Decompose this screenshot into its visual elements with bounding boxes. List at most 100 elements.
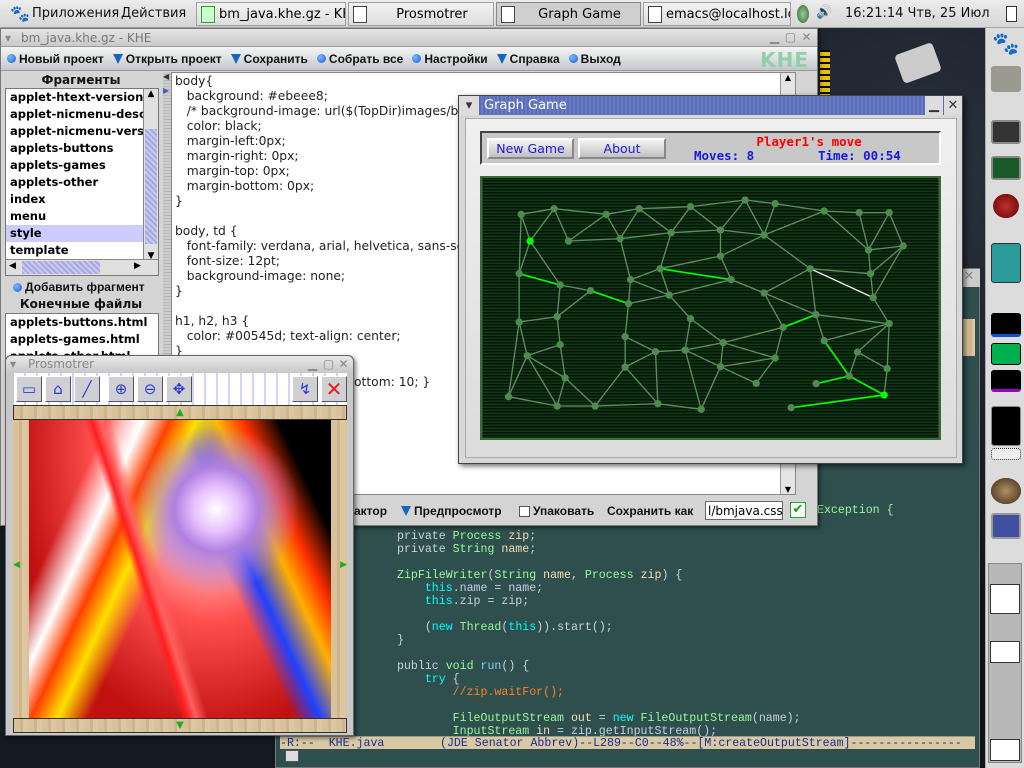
graph-node[interactable] <box>621 333 629 341</box>
workspace-switcher[interactable] <box>988 563 1022 763</box>
fragment-item[interactable]: menu <box>6 208 144 225</box>
scroll-up-icon[interactable]: ▲ <box>13 405 347 420</box>
graph-node[interactable] <box>820 337 828 345</box>
game-board[interactable] <box>480 176 941 440</box>
graph-node[interactable] <box>635 205 643 213</box>
khe-titlebar[interactable]: ▾ bm_java.khe.gz - KHE ▁ ▢ ✕ <box>1 29 817 47</box>
graph-node[interactable] <box>716 252 725 260</box>
graph-node[interactable] <box>812 311 820 319</box>
task-khe[interactable]: bm_java.khe.gz - KHE <box>196 2 346 26</box>
graph-node[interactable] <box>591 402 599 410</box>
applications-menu[interactable]: Приложения <box>32 6 119 21</box>
scroll-down-icon[interactable]: ▼ <box>13 718 347 733</box>
graph-game-window[interactable]: ▾ Graph Game ▁ ✕ New Game About Player1'… <box>458 95 963 464</box>
graph-node[interactable] <box>665 291 673 299</box>
graph-node[interactable] <box>656 265 664 273</box>
line-button[interactable]: ╱ <box>74 376 100 402</box>
graph-node[interactable] <box>760 231 768 239</box>
window-menu-icon[interactable]: ▾ <box>5 29 11 47</box>
preview-image[interactable] <box>29 420 331 718</box>
graph-node[interactable] <box>697 405 705 413</box>
graph-node[interactable] <box>853 348 862 356</box>
scroll-up-icon[interactable]: ▲ <box>144 89 158 104</box>
minimize-icon[interactable]: ▁ <box>768 31 781 44</box>
scroll-left-icon[interactable]: ◀ <box>13 420 29 718</box>
fragment-item[interactable]: applets-other <box>6 174 144 191</box>
graph-node[interactable] <box>561 374 569 382</box>
graph-node[interactable] <box>517 210 525 218</box>
graph-node[interactable] <box>515 270 523 278</box>
clock[interactable]: 16:21:14 Чтв, 25 Июл <box>845 6 990 21</box>
workspace-3[interactable] <box>990 739 1020 761</box>
graph-node[interactable] <box>869 294 877 302</box>
close-icon[interactable]: ✕ <box>800 31 813 44</box>
graph-node[interactable] <box>787 404 795 412</box>
view-button[interactable]: ▭ <box>16 376 42 402</box>
prosmotrer-window[interactable]: ▾ Prosmotrer ▁ ▢ ✕ ▭ ⌂ ╱ ⊕ ⊖ ✥ ↯ ✕ ▲ ◀ ▶… <box>5 355 354 736</box>
settings-button[interactable]: Настройки <box>412 52 488 66</box>
fragments-hscrollbar[interactable]: ◀ ▶ <box>6 259 158 275</box>
prosmotrer-titlebar[interactable]: ▾ Prosmotrer ▁ ▢ ✕ <box>6 356 353 373</box>
graph-node[interactable] <box>741 196 749 204</box>
output-file-item[interactable]: applets-buttons.html <box>6 314 158 331</box>
graph-node[interactable] <box>845 372 853 380</box>
help-button[interactable]: Справка <box>496 52 560 66</box>
graph-node[interactable] <box>885 209 893 217</box>
graph-node[interactable] <box>504 393 513 401</box>
show-desktop-icon[interactable] <box>1006 6 1017 22</box>
maximize-icon[interactable]: ▢ <box>784 31 797 44</box>
graph-node[interactable] <box>883 365 891 373</box>
graph-node[interactable] <box>626 276 635 284</box>
fragment-item[interactable]: applets-buttons <box>6 140 144 157</box>
close-image-button[interactable]: ✕ <box>321 376 347 402</box>
graph-node[interactable] <box>820 207 828 215</box>
applet-icon[interactable] <box>797 5 809 23</box>
about-button[interactable]: About <box>578 138 666 159</box>
graph-node[interactable] <box>771 200 779 208</box>
move-button[interactable]: ✥ <box>166 376 192 402</box>
graph-node[interactable] <box>864 246 873 254</box>
gnome-foot-icon[interactable]: 🐾 <box>991 32 1021 60</box>
build-all-button[interactable]: Собрать все <box>316 52 403 66</box>
graph-node[interactable] <box>602 210 610 218</box>
fragment-item[interactable]: index <box>6 191 144 208</box>
effects-button[interactable]: ↯ <box>292 376 318 402</box>
graph-node[interactable] <box>586 287 595 295</box>
graph-node[interactable] <box>806 265 814 273</box>
graph-node[interactable] <box>515 318 523 326</box>
new-project-button[interactable]: Новый проект <box>7 52 104 66</box>
window-menu-icon[interactable]: ▾ <box>10 356 16 373</box>
scroll-down-icon[interactable]: ▼ <box>781 485 795 494</box>
task-emacs[interactable]: emacs@localhost.loca <box>643 2 791 26</box>
graph-node[interactable] <box>760 289 768 297</box>
output-file-item[interactable]: applets-games.html <box>6 331 158 348</box>
graph-node[interactable] <box>624 300 633 308</box>
system-monitor-icon[interactable] <box>991 156 1021 180</box>
screensaver-icon[interactable] <box>991 513 1021 539</box>
graph-node[interactable] <box>771 354 779 362</box>
graph-node[interactable] <box>855 209 863 217</box>
lock-icon[interactable] <box>991 478 1021 504</box>
zoom-in-button[interactable]: ⊕ <box>108 376 134 402</box>
graph-node[interactable] <box>752 379 760 387</box>
terminal-icon[interactable] <box>991 120 1021 144</box>
fragment-item[interactable]: applets-games <box>6 157 144 174</box>
wizard-icon[interactable] <box>991 192 1021 220</box>
graph-node[interactable] <box>667 229 675 237</box>
close-icon[interactable]: ✕ <box>944 96 962 115</box>
close-icon[interactable]: ✕ <box>337 358 350 371</box>
fish-icon[interactable] <box>991 243 1021 283</box>
collapse-left-icon[interactable]: ◀ <box>163 72 169 81</box>
maximize-icon[interactable]: ▢ <box>322 358 335 371</box>
actions-menu[interactable]: Действия <box>121 6 186 21</box>
graph-node[interactable] <box>556 341 564 349</box>
preview-tab[interactable]: Предпросмотр <box>401 501 502 521</box>
minimize-icon[interactable]: ▁ <box>306 358 319 371</box>
graph-node[interactable] <box>621 363 629 371</box>
window-menu-icon[interactable]: ▾ <box>459 96 479 115</box>
graph-node[interactable] <box>564 237 573 245</box>
pack-checkbox[interactable]: Упаковать <box>519 501 594 521</box>
task-graph-game[interactable]: Graph Game <box>496 2 641 26</box>
graph-game-titlebar[interactable]: ▾ Graph Game ▁ ✕ <box>459 96 962 115</box>
scroll-thumb[interactable] <box>22 261 100 274</box>
